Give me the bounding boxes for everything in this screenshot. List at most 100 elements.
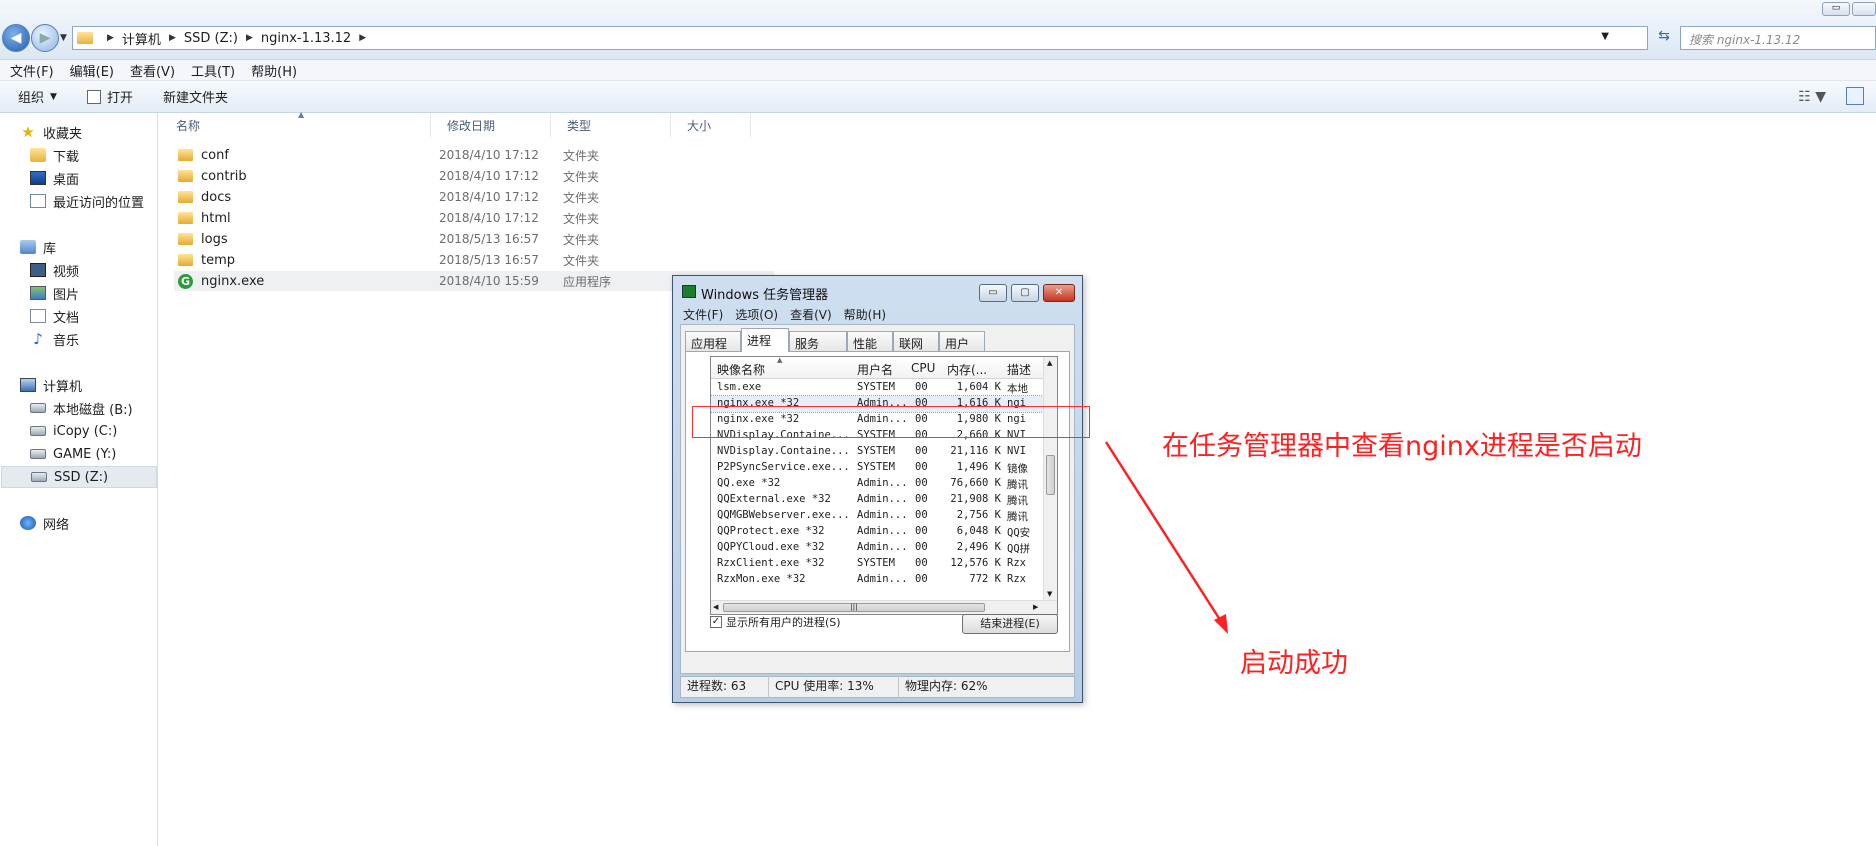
address-dropdown-icon[interactable]: ▼ xyxy=(1601,31,1609,42)
file-row[interactable]: contrib 2018/4/10 17:12 文件夹 xyxy=(174,166,774,186)
nav-network[interactable]: 网络 xyxy=(0,512,158,534)
proc-image: QQPYCloud.exe *32 xyxy=(717,541,825,553)
menu-edit[interactable]: 编辑(E) xyxy=(70,61,114,80)
forward-button[interactable]: ▶ xyxy=(31,24,59,52)
col-image-name[interactable]: 映像名称 xyxy=(717,361,765,378)
back-button[interactable]: ◀ xyxy=(2,24,30,52)
nav-drive-b[interactable]: 本地磁盘 (B:) xyxy=(0,397,158,419)
tm-menu-help[interactable]: 帮助(H) xyxy=(844,306,886,323)
column-header-type[interactable]: 类型 xyxy=(551,113,671,137)
checkbox-icon[interactable]: ✓ xyxy=(710,616,722,628)
column-header-size[interactable]: 大小 xyxy=(671,113,751,137)
column-header-name[interactable]: 名称 ▲ xyxy=(160,110,431,137)
nav-drive-z[interactable]: SSD (Z:) xyxy=(1,466,157,488)
view-options-icon[interactable]: ☷ ▼ xyxy=(1798,89,1826,105)
process-row[interactable]: QQExternal.exe *32 Admin... 00 21,908 K … xyxy=(711,492,1045,508)
nav-libraries[interactable]: 库 xyxy=(0,236,158,258)
chevron-right-icon[interactable]: ▶ xyxy=(246,33,253,43)
nav-label: 下载 xyxy=(53,149,80,165)
preview-pane-icon[interactable] xyxy=(1846,87,1864,105)
history-dropdown-icon[interactable]: ▼ xyxy=(60,33,67,43)
process-row[interactable]: lsm.exe SYSTEM 00 1,604 K 本地 xyxy=(711,380,1045,396)
refresh-icon[interactable]: ⇆ xyxy=(1652,28,1676,48)
proc-cpu: 00 xyxy=(915,381,928,393)
vertical-scrollbar[interactable]: ▲ ▼ xyxy=(1043,357,1057,600)
chevron-right-icon[interactable]: ▶ xyxy=(359,33,366,43)
tm-close-button[interactable]: ✕ xyxy=(1043,284,1075,302)
nav-documents[interactable]: 文档 xyxy=(0,305,158,327)
show-all-users-checkbox[interactable]: ✓ 显示所有用户的进程(S) xyxy=(710,614,841,630)
breadcrumb-computer[interactable]: 计算机 xyxy=(122,29,161,48)
nav-drive-y[interactable]: GAME (Y:) xyxy=(0,443,158,465)
nav-computer[interactable]: 计算机 xyxy=(0,374,158,396)
nav-pictures[interactable]: 图片 xyxy=(0,282,158,304)
horizontal-scrollbar[interactable]: ◀ ||| ▶ xyxy=(711,600,1057,614)
nav-label: 桌面 xyxy=(53,172,80,188)
tab-applications[interactable]: 应用程序 xyxy=(685,331,741,368)
col-user-name[interactable]: 用户名 xyxy=(857,361,893,378)
tm-menu-view[interactable]: 查看(V) xyxy=(790,306,832,323)
tab-performance[interactable]: 性能 xyxy=(847,331,893,351)
process-row[interactable]: RzxClient.exe *32 SYSTEM 00 12,576 K Rzx xyxy=(711,556,1045,572)
file-row[interactable]: temp 2018/5/13 16:57 文件夹 xyxy=(174,250,774,270)
scroll-right-icon[interactable]: ▶ xyxy=(1033,603,1038,611)
column-header-date[interactable]: 修改日期 xyxy=(431,113,551,137)
tab-networking[interactable]: 联网 xyxy=(893,331,939,351)
arrow-head xyxy=(1214,614,1228,634)
nav-recent[interactable]: 最近访问的位置 xyxy=(0,190,158,212)
process-row[interactable]: RzxMon.exe *32 Admin... 00 772 K Rzx xyxy=(711,572,1045,588)
tab-users[interactable]: 用户 xyxy=(939,331,985,351)
nav-downloads[interactable]: 下载 xyxy=(0,144,158,166)
scroll-left-icon[interactable]: ◀ xyxy=(713,603,718,611)
proc-user: Admin... xyxy=(857,509,907,521)
tm-maximize-button[interactable]: ▢ xyxy=(1011,284,1039,302)
vertical-scroll-thumb[interactable] xyxy=(1046,455,1055,495)
process-row[interactable]: QQPYCloud.exe *32 Admin... 00 2,496 K QQ… xyxy=(711,540,1045,556)
organize-button[interactable]: 组织 ▼ xyxy=(18,87,57,106)
process-row[interactable]: QQMGBWebserver.exe... Admin... 00 2,756 … xyxy=(711,508,1045,524)
search-input[interactable]: 搜索 nginx-1.13.12 xyxy=(1680,26,1876,50)
process-table[interactable]: 映像名称 ▲ 用户名 CPU 内存(... 描述 lsm.exe SYSTEM … xyxy=(710,356,1058,615)
scroll-down-icon[interactable]: ▼ xyxy=(1047,590,1052,598)
tm-menu-options[interactable]: 选项(O) xyxy=(735,306,778,323)
file-row[interactable]: logs 2018/5/13 16:57 文件夹 xyxy=(174,229,774,249)
chevron-right-icon[interactable]: ▶ xyxy=(169,33,176,43)
process-row[interactable]: P2PSyncService.exe... SYSTEM 00 1,496 K … xyxy=(711,460,1045,476)
end-process-button[interactable]: 结束进程(E) xyxy=(962,614,1058,634)
tm-minimize-button[interactable]: ▭ xyxy=(979,284,1007,302)
menu-view[interactable]: 查看(V) xyxy=(130,61,175,80)
process-row[interactable]: NVDisplay.Containe... SYSTEM 00 21,116 K… xyxy=(711,444,1045,460)
maximize-button[interactable] xyxy=(1852,2,1876,16)
breadcrumb-drive[interactable]: SSD (Z:) xyxy=(184,31,238,46)
col-cpu[interactable]: CPU xyxy=(911,361,935,375)
open-button[interactable]: 打开 xyxy=(86,87,133,106)
nav-desktop[interactable]: 桌面 xyxy=(0,167,158,189)
process-table-header: 映像名称 ▲ 用户名 CPU 内存(... 描述 xyxy=(711,357,1057,379)
nav-videos[interactable]: 视频 xyxy=(0,259,158,281)
process-row[interactable]: QQProtect.exe *32 Admin... 00 6,048 K QQ… xyxy=(711,524,1045,540)
nav-music[interactable]: ♪ 音乐 xyxy=(0,328,158,350)
proc-cpu: 00 xyxy=(915,493,928,505)
tab-processes[interactable]: 进程 xyxy=(741,328,789,352)
tab-services[interactable]: 服务 xyxy=(789,331,847,351)
new-folder-label: 新建文件夹 xyxy=(162,91,228,106)
address-field[interactable]: ▶ 计算机 ▶ SSD (Z:) ▶ nginx-1.13.12 ▶ ▼ xyxy=(72,26,1648,50)
tm-menu-file[interactable]: 文件(F) xyxy=(683,306,723,323)
menu-tools[interactable]: 工具(T) xyxy=(191,61,235,80)
menu-help[interactable]: 帮助(H) xyxy=(251,61,297,80)
breadcrumb-folder[interactable]: nginx-1.13.12 xyxy=(261,31,351,46)
new-folder-button[interactable]: 新建文件夹 xyxy=(163,87,228,106)
menu-file[interactable]: 文件(F) xyxy=(10,61,54,80)
process-row[interactable]: QQ.exe *32 Admin... 00 76,660 K 腾讯 xyxy=(711,476,1045,492)
file-row[interactable]: docs 2018/4/10 17:12 文件夹 xyxy=(174,187,774,207)
minimize-button[interactable]: ▭ xyxy=(1822,2,1850,16)
nav-drive-c[interactable]: iCopy (C:) xyxy=(0,420,158,442)
col-description[interactable]: 描述 xyxy=(1007,361,1031,378)
col-memory[interactable]: 内存(... xyxy=(947,361,987,378)
horizontal-scroll-thumb[interactable]: ||| xyxy=(723,603,985,612)
scroll-up-icon[interactable]: ▲ xyxy=(1047,359,1052,367)
file-row[interactable]: html 2018/4/10 17:12 文件夹 xyxy=(174,208,774,228)
file-row[interactable]: conf 2018/4/10 17:12 文件夹 xyxy=(174,145,774,165)
nav-favorites[interactable]: ★ 收藏夹 xyxy=(0,121,158,143)
chevron-right-icon[interactable]: ▶ xyxy=(107,33,114,43)
